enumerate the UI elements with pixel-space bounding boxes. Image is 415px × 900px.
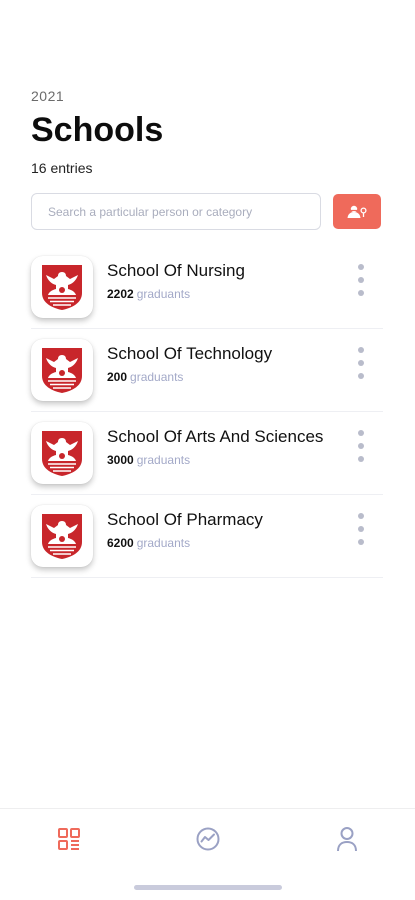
menu-dot xyxy=(358,526,364,532)
menu-dot xyxy=(358,456,364,462)
school-name: School Of Nursing xyxy=(107,261,245,280)
school-name: School Of Pharmacy xyxy=(107,510,263,529)
more-vertical-icon[interactable] xyxy=(357,430,365,462)
page-title: Schools xyxy=(31,111,164,149)
school-logo xyxy=(31,505,93,567)
menu-dot xyxy=(358,277,364,283)
graduants-count: 200 xyxy=(107,370,128,384)
list-item[interactable]: School Of Pharmacy 6200 graduants xyxy=(31,495,383,578)
menu-dot xyxy=(358,347,364,353)
row-text: School Of Technology 200 graduants xyxy=(107,344,272,384)
graduants-count: 3000 xyxy=(107,453,134,467)
graduants-label: graduants xyxy=(130,370,184,384)
more-vertical-icon[interactable] xyxy=(357,513,365,545)
search-row xyxy=(31,193,381,231)
graduants-meta: 3000 graduants xyxy=(107,453,323,467)
graduants-label: graduants xyxy=(136,453,191,467)
menu-dot xyxy=(358,360,364,366)
school-logo xyxy=(31,422,93,484)
graduants-count: 2202 xyxy=(107,287,134,301)
tab-dashboard[interactable] xyxy=(55,825,83,853)
graduants-label: graduants xyxy=(136,287,191,301)
phoenix-crest-icon xyxy=(42,265,82,310)
school-list: School Of Nursing 2202 graduants School O… xyxy=(31,246,383,578)
row-text: School Of Nursing 2202 graduants xyxy=(107,261,245,301)
graduants-meta: 2202 graduants xyxy=(107,287,245,301)
more-vertical-icon[interactable] xyxy=(357,347,365,379)
tab-profile[interactable] xyxy=(333,825,361,853)
menu-dot xyxy=(358,513,364,519)
menu-dot xyxy=(358,264,364,270)
filter-button[interactable] xyxy=(333,194,381,229)
menu-dot xyxy=(358,539,364,545)
school-logo xyxy=(31,339,93,401)
profile-icon xyxy=(337,827,357,852)
menu-dot xyxy=(358,443,364,449)
school-name: School Of Arts And Sciences xyxy=(107,427,324,446)
phoenix-crest-icon xyxy=(42,348,82,393)
list-item[interactable]: School Of Nursing 2202 graduants xyxy=(31,246,383,329)
graduants-meta: 6200 graduants xyxy=(107,536,263,550)
home-indicator xyxy=(134,885,282,890)
tab-analytics[interactable] xyxy=(194,825,222,853)
more-vertical-icon[interactable] xyxy=(357,264,365,296)
list-item[interactable]: School Of Technology 200 graduants xyxy=(31,329,383,412)
page-header: 2021 Schools 16 entries xyxy=(31,88,163,176)
graduants-meta: 200 graduants xyxy=(107,370,272,384)
menu-dot xyxy=(358,373,364,379)
search-input[interactable] xyxy=(31,193,321,230)
school-logo xyxy=(31,256,93,318)
graduants-label: graduants xyxy=(136,536,191,550)
row-text: School Of Arts And Sciences 3000 graduant… xyxy=(107,427,323,467)
graduants-count: 6200 xyxy=(107,536,134,550)
dashboard-grid-icon xyxy=(58,828,80,850)
menu-dot xyxy=(358,430,364,436)
menu-dot xyxy=(358,290,364,296)
filter-person-icon xyxy=(347,205,367,218)
school-name: School Of Technology xyxy=(107,344,273,363)
row-text: School Of Pharmacy 6200 graduants xyxy=(107,510,263,550)
entries-count: 16 entries xyxy=(31,160,93,176)
phoenix-crest-icon xyxy=(42,431,82,476)
analytics-icon xyxy=(196,827,220,851)
list-item[interactable]: School Of Arts And Sciences 3000 graduant… xyxy=(31,412,383,495)
phoenix-crest-icon xyxy=(42,514,82,559)
year-label: 2021 xyxy=(31,88,65,104)
